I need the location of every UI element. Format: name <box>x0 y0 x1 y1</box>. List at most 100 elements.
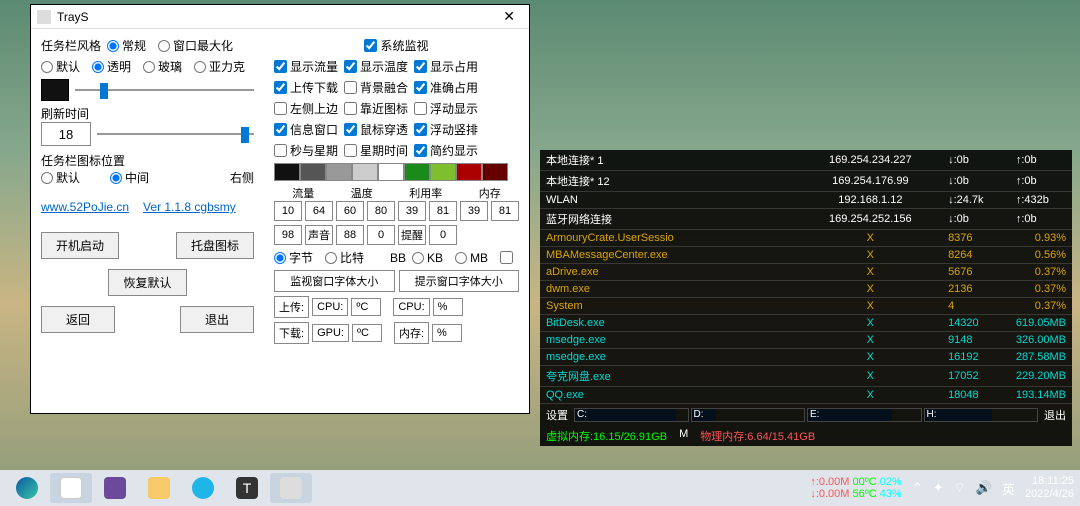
cpu-lbl: CPU: <box>312 298 348 316</box>
mon-opt[interactable]: 背景融合 <box>344 79 408 96</box>
tb-app3[interactable] <box>182 473 224 503</box>
tray-chevron-icon[interactable]: ⌃ <box>912 480 923 496</box>
opacity-slider[interactable] <box>75 81 254 99</box>
proc-row: BitDesk.exeX14320619.05MB <box>540 315 1072 332</box>
iconpos-label: 任务栏图标位置 <box>41 154 125 168</box>
mem-pct: % <box>432 324 462 342</box>
mon-opt[interactable]: 左侧上边 <box>274 100 338 117</box>
gpu-lbl: GPU: <box>312 324 349 342</box>
val-box[interactable]: 64 <box>305 201 333 221</box>
tb-app4[interactable]: T <box>226 473 268 503</box>
val-box[interactable]: 10 <box>274 201 302 221</box>
mon-exit[interactable]: 退出 <box>1044 407 1066 423</box>
radio-pos-default[interactable]: 默认 <box>41 169 80 186</box>
radio-default[interactable]: 默认 <box>41 58 80 75</box>
boot-button[interactable]: 开机启动 <box>41 232 119 259</box>
radio-pos-center[interactable]: 中间 <box>110 169 149 186</box>
tray-star-icon[interactable]: ✦ <box>933 480 944 496</box>
radio-transparent[interactable]: 透明 <box>92 58 131 75</box>
refresh-label: 刷新时间 <box>41 107 89 121</box>
mon-opt[interactable]: 秒与星期 <box>274 142 338 159</box>
radio-normal[interactable]: 常规 <box>107 37 146 54</box>
mon-opt[interactable]: 显示占用 <box>414 58 478 75</box>
tb-app2[interactable] <box>94 473 136 503</box>
tray-volume-icon[interactable]: 🔊 <box>976 480 992 496</box>
mon-opt[interactable]: 信息窗口 <box>274 121 338 138</box>
refresh-slider[interactable] <box>97 125 254 143</box>
mon-opt[interactable]: 显示温度 <box>344 58 408 75</box>
val-box[interactable]: 98 <box>274 225 302 245</box>
tray-wifi-icon[interactable]: ⌔ <box>954 480 966 496</box>
taskbar: T ↑:0.00M 00ºC 02% ↓:0.00M 56ºC 43% ⌃ ✦ … <box>0 470 1080 506</box>
pmem-label: 物理内存:6.64/15.41GB <box>700 428 815 444</box>
val-box[interactable]: 80 <box>367 201 395 221</box>
mon-opt[interactable]: 浮动显示 <box>414 100 478 117</box>
mon-opt[interactable]: 简约显示 <box>414 142 478 159</box>
proc-row: msedge.exeX9148326.00MB <box>540 332 1072 349</box>
color-row[interactable] <box>274 163 519 181</box>
monitor-overlay: 本地连接* 1169.254.234.227↓:0b↑:0b本地连接* 1216… <box>540 150 1072 446</box>
app-icon <box>37 10 51 24</box>
restore-button[interactable]: 恢复默认 <box>108 269 186 296</box>
hdr-mem: 内存 <box>479 185 501 201</box>
val-box[interactable]: 81 <box>429 201 457 221</box>
back-button[interactable]: 返回 <box>41 306 115 333</box>
radio-maximize[interactable]: 窗口最大化 <box>158 37 233 54</box>
exit-button[interactable]: 退出 <box>180 306 254 333</box>
link-52pojie[interactable]: www.52PoJie.cn <box>41 200 129 214</box>
mon-opt[interactable]: 上传下载 <box>274 79 338 96</box>
net-row: WLAN192.168.1.12↓:24.7k↑:432b <box>540 192 1072 209</box>
proc-row: ArmouryCrate.UserSessioX83760.93% <box>540 230 1072 247</box>
hdr-flow: 流量 <box>292 185 314 201</box>
radio-byte[interactable]: 字节 <box>274 249 313 266</box>
tb-explorer[interactable] <box>138 473 180 503</box>
proc-row: dwm.exeX21360.37% <box>540 281 1072 298</box>
val-box[interactable]: 60 <box>336 201 364 221</box>
cpu-temp: ºC <box>351 298 381 316</box>
proc-row: MBAMessageCenter.exeX82640.56% <box>540 247 1072 264</box>
clock[interactable]: 18:11:252022/4/26 <box>1025 475 1074 501</box>
tray-ime[interactable]: 英 <box>1002 479 1015 498</box>
refresh-input[interactable] <box>41 122 91 146</box>
close-icon[interactable]: ✕ <box>495 8 523 25</box>
proc-row: 夸克网盘.exeX17052229.20MB <box>540 366 1072 387</box>
mon-opt[interactable]: 鼠标穿透 <box>344 121 408 138</box>
drive-seg: H: <box>924 408 1039 422</box>
val-box[interactable]: 81 <box>491 201 519 221</box>
tb-trays[interactable] <box>270 473 312 503</box>
radio-glass[interactable]: 玻璃 <box>143 58 182 75</box>
net-row: 蓝牙网络连接169.254.252.156↓:0b↑:0b <box>540 209 1072 230</box>
radio-bit[interactable]: 比特 <box>325 249 364 266</box>
titlebar[interactable]: TrayS ✕ <box>31 5 529 29</box>
font-mon-label: 监视窗口字体大小 <box>274 270 395 292</box>
sysmon-check[interactable]: 系统监视 <box>364 37 428 54</box>
tray-button[interactable]: 托盘图标 <box>176 232 254 259</box>
io-dn: 下载: <box>274 322 309 344</box>
radio-acrylic[interactable]: 亚力克 <box>194 58 245 75</box>
val-box[interactable]: 声音 <box>305 225 333 245</box>
val-box[interactable]: 0 <box>367 225 395 245</box>
size-extra-check[interactable] <box>500 251 513 264</box>
mon-opt[interactable]: 星期时间 <box>344 142 408 159</box>
val-box[interactable]: 88 <box>336 225 364 245</box>
val-box[interactable]: 提醒 <box>398 225 426 245</box>
radio-mb[interactable]: MB <box>455 251 488 265</box>
val-box[interactable]: 39 <box>398 201 426 221</box>
hdr-temp: 温度 <box>351 185 373 201</box>
net-row: 本地连接* 12169.254.176.99↓:0b↑:0b <box>540 171 1072 192</box>
mon-settings[interactable]: 设置 <box>546 407 568 423</box>
size-bb: BB <box>390 251 406 265</box>
tb-edge[interactable] <box>6 473 48 503</box>
mon-opt[interactable]: 浮动竖排 <box>414 121 478 138</box>
pos-right-label: 右侧 <box>230 169 254 186</box>
link-version[interactable]: Ver 1.1.8 cgbsmy <box>143 200 236 214</box>
mon-opt[interactable]: 靠近图标 <box>344 100 408 117</box>
font-tip-label: 提示窗口字体大小 <box>399 270 520 292</box>
val-box[interactable]: 0 <box>429 225 457 245</box>
mon-opt[interactable]: 显示流量 <box>274 58 338 75</box>
val-box[interactable]: 39 <box>460 201 488 221</box>
tb-app1[interactable] <box>50 473 92 503</box>
color-swatch[interactable] <box>41 79 69 101</box>
mon-opt[interactable]: 准确占用 <box>414 79 478 96</box>
radio-kb[interactable]: KB <box>412 251 443 265</box>
